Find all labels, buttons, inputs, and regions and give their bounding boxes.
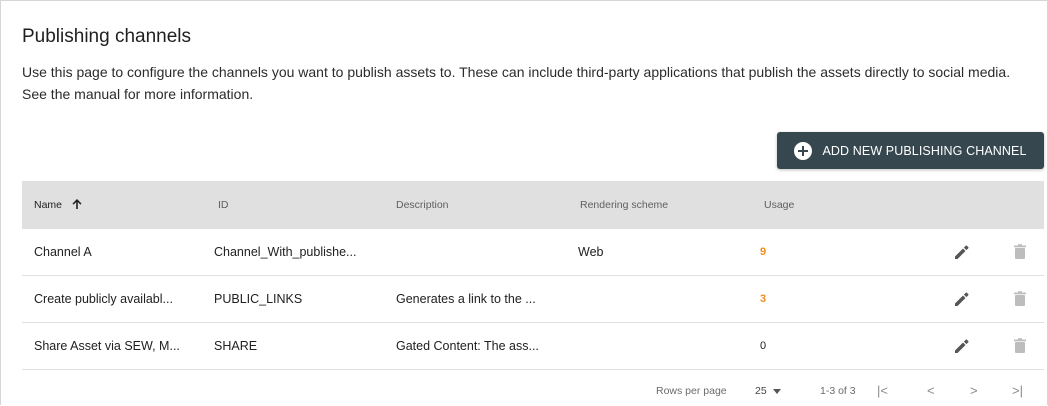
table-pagination: Rows per page 25 1-3 of 3 |< < > >| — [22, 376, 1044, 406]
plus-circle-icon — [794, 141, 813, 160]
column-header-description[interactable]: Description — [396, 181, 449, 229]
cell-id: Channel_With_publishe... — [214, 245, 357, 259]
cell-name: Share Asset via SEW, M... — [34, 339, 180, 353]
cell-usage[interactable]: 3 — [760, 276, 766, 322]
cell-id: SHARE — [214, 339, 258, 353]
pencil-icon[interactable] — [952, 242, 972, 262]
trash-icon[interactable] — [1010, 242, 1030, 262]
previous-page-button[interactable]: < — [927, 376, 935, 406]
last-page-button[interactable]: >| — [1012, 376, 1023, 406]
column-header-id[interactable]: ID — [218, 181, 229, 229]
cell-description: Gated Content: The ass... — [396, 339, 539, 353]
table-header: Name ID Description Rendering scheme Usa… — [22, 181, 1044, 229]
cell-id: PUBLIC_LINKS — [214, 292, 303, 306]
column-header-usage[interactable]: Usage — [764, 181, 794, 229]
cell-usage[interactable]: 9 — [760, 229, 766, 275]
arrow-up-icon — [72, 199, 82, 210]
page-description: Use this page to configure the channels … — [22, 64, 1011, 102]
add-publishing-channel-button[interactable]: ADD NEW PUBLISHING CHANNEL — [777, 132, 1044, 169]
pagination-range: 1-3 of 3 — [820, 385, 856, 397]
channels-table: Name ID Description Rendering scheme Usa… — [22, 181, 1044, 370]
trash-icon[interactable] — [1010, 289, 1030, 309]
cell-name: Channel A — [34, 245, 92, 259]
column-header-name-label: Name — [34, 199, 63, 211]
trash-icon[interactable] — [1010, 336, 1030, 356]
table-row[interactable]: Share Asset via SEW, M... SHARE Gated Co… — [22, 323, 1044, 370]
add-button-label: ADD NEW PUBLISHING CHANNEL — [822, 143, 1027, 158]
cell-rendering-scheme: Web — [578, 245, 604, 259]
rows-per-page-select[interactable]: 25 — [755, 376, 781, 406]
first-page-button[interactable]: |< — [877, 376, 888, 406]
cell-name: Create publicly availabl... — [34, 292, 173, 306]
caret-down-icon — [772, 388, 781, 394]
cell-description: Generates a link to the ... — [396, 292, 536, 306]
pencil-icon[interactable] — [952, 289, 972, 309]
page-title: Publishing channels — [22, 26, 192, 47]
table-row[interactable]: Channel A Channel_With_publishe... Web 9 — [22, 229, 1044, 276]
next-page-button[interactable]: > — [970, 376, 978, 406]
rows-per-page-label: Rows per page — [656, 385, 727, 397]
table-row[interactable]: Create publicly availabl... PUBLIC_LINKS… — [22, 276, 1044, 323]
rows-per-page-value: 25 — [755, 385, 767, 397]
column-header-name[interactable]: Name — [34, 181, 83, 229]
pencil-icon[interactable] — [952, 336, 972, 356]
column-header-rendering-scheme[interactable]: Rendering scheme — [580, 181, 668, 229]
cell-usage: 0 — [760, 340, 767, 352]
